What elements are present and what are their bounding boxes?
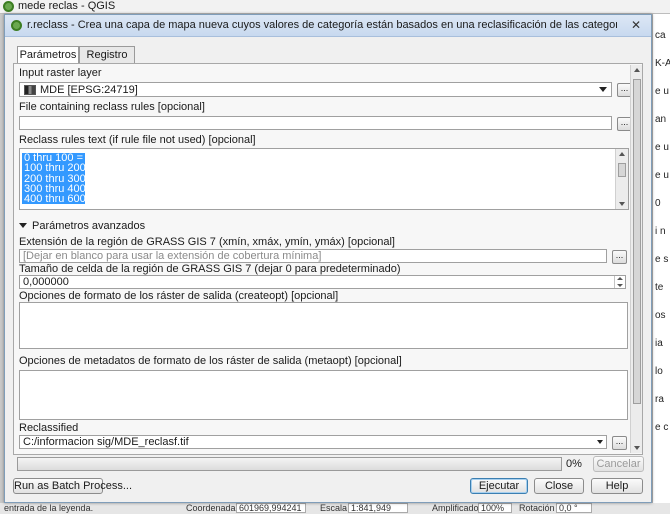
background-text: e u <box>655 170 669 181</box>
metaopt-textarea[interactable] <box>19 370 628 420</box>
scroll-down-icon <box>619 202 625 206</box>
background-panel: ca K-A e u an e u e u 0 i n e s te os ia… <box>652 14 670 504</box>
algorithm-dialog: r.reclass - Crea una capa de mapa nueva … <box>4 14 652 503</box>
qgis-logo-icon <box>11 20 22 31</box>
cell-size-label: Tamaño de celda de la región de GRASS GI… <box>19 263 401 275</box>
reclassified-browse-button[interactable]: ... <box>612 436 627 450</box>
reclassified-output-value: C:/informacion sig/MDE_reclasf.tif <box>23 436 189 448</box>
background-text: e c <box>655 422 669 433</box>
metaopt-label: Opciones de metadatos de formato de los … <box>19 355 402 367</box>
rules-text-scrollbar[interactable] <box>615 149 628 209</box>
rules-file-input[interactable] <box>19 116 612 130</box>
background-text: te <box>655 282 664 293</box>
parameters-scrollbar[interactable] <box>630 65 642 453</box>
background-text: 0 <box>655 198 661 209</box>
scroll-down-icon <box>634 446 640 450</box>
magnifier-label: Amplificador <box>432 503 482 513</box>
cancel-button[interactable]: Cancelar <box>593 456 644 472</box>
run-button[interactable]: Ejecutar <box>470 478 528 494</box>
background-text: os <box>655 310 666 321</box>
dialog-title: r.reclass - Crea una capa de mapa nueva … <box>27 19 617 31</box>
background-text: ca <box>655 30 666 41</box>
scroll-up-icon <box>619 152 625 156</box>
region-extent-label: Extensión de la región de GRASS GIS 7 (x… <box>19 236 395 248</box>
chevron-down-icon <box>597 440 603 444</box>
rotation-label: Rotación <box>519 503 555 513</box>
background-text: ra <box>655 394 664 405</box>
magnifier-field[interactable]: 100% <box>478 503 512 513</box>
main-window-titlebar: mede reclas - QGIS <box>0 0 670 14</box>
rules-text-area[interactable]: 0 thru 100 = 1 100 thru 200 = 2 200 thru… <box>19 148 629 210</box>
rules-text-label: Reclass rules text (if rule file not use… <box>19 134 256 146</box>
createopt-textarea[interactable] <box>19 302 628 349</box>
chevron-down-icon <box>599 87 607 92</box>
close-button[interactable]: Close <box>534 478 584 494</box>
coordinate-label: Coordenada <box>186 503 236 513</box>
region-extent-browse-button[interactable]: ... <box>612 250 627 264</box>
background-text: an <box>655 114 667 125</box>
scale-field[interactable]: 1:841,949 <box>348 503 408 513</box>
reclassified-label: Reclassified <box>19 422 79 434</box>
advanced-parameters-label: Parámetros avanzados <box>32 220 146 232</box>
status-hint: entrada de la leyenda. <box>4 503 94 513</box>
background-text: i n <box>655 226 666 237</box>
background-text: e u <box>655 86 669 97</box>
cell-size-spinbox[interactable]: 0,000000 <box>19 275 626 289</box>
scroll-thumb[interactable] <box>633 79 641 404</box>
rules-line: 400 thru 600 = 5 <box>24 193 105 206</box>
progress-bar <box>17 457 562 471</box>
rotation-field[interactable]: 0,0 ° <box>556 503 592 513</box>
batch-process-button[interactable]: Run as Batch Process... <box>13 478 132 494</box>
background-text: K-A <box>655 58 670 69</box>
rules-file-label: File containing reclass rules [opcional] <box>19 101 205 113</box>
region-extent-input[interactable]: [Dejar en blanco para usar la extensión … <box>19 249 607 263</box>
input-raster-value: MDE [EPSG:24719] <box>40 84 138 96</box>
background-text: ia <box>655 338 663 349</box>
scale-label: Escala <box>320 503 348 513</box>
scroll-up-icon <box>634 68 640 72</box>
status-bar: entrada de la leyenda. Coordenada 601969… <box>0 503 670 514</box>
tab-registro[interactable]: Registro <box>79 46 135 64</box>
input-raster-combo[interactable]: MDE [EPSG:24719] <box>19 82 612 97</box>
close-icon[interactable]: ✕ <box>627 18 645 33</box>
parameters-panel: Input raster layer MDE [EPSG:24719] ... … <box>13 63 643 455</box>
background-text: e u <box>655 142 669 153</box>
progress-percent: 0% <box>566 458 582 470</box>
raster-layer-icon <box>24 85 36 95</box>
collapse-triangle-icon <box>19 223 27 228</box>
main-window-title: mede reclas - QGIS <box>18 0 116 12</box>
advanced-parameters-toggle[interactable]: Parámetros avanzados <box>19 220 145 232</box>
createopt-label: Opciones de formato de los ráster de sal… <box>19 290 339 302</box>
input-raster-label: Input raster layer <box>19 67 102 79</box>
reclassified-output-field[interactable]: C:/informacion sig/MDE_reclasf.tif <box>19 435 607 449</box>
coordinate-field[interactable]: 601969,994241 <box>236 503 306 513</box>
help-button[interactable]: Help <box>591 478 643 494</box>
scroll-thumb[interactable] <box>618 163 626 177</box>
rules-text-selection: 0 thru 100 = 1 100 thru 200 = 2 200 thru… <box>22 152 105 206</box>
dialog-titlebar: r.reclass - Crea una capa de mapa nueva … <box>5 15 651 37</box>
background-text: lo <box>655 366 663 377</box>
cell-size-value: 0,000000 <box>23 276 69 288</box>
spin-buttons[interactable] <box>614 276 625 288</box>
background-text: e s <box>655 254 669 265</box>
qgis-logo-icon <box>3 1 14 12</box>
